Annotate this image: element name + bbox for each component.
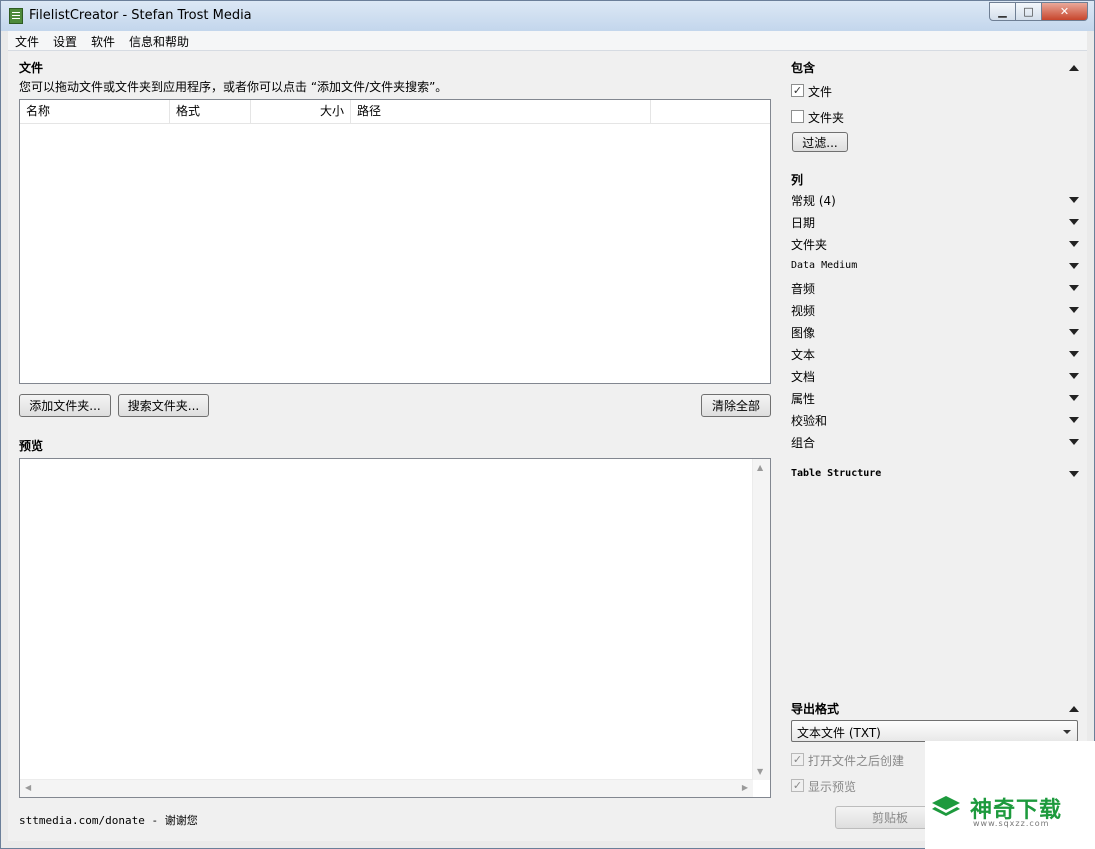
search-folder-button[interactable]: 搜索文件夹... xyxy=(118,394,209,417)
column-group-document[interactable]: 文档 xyxy=(791,368,1079,390)
watermark-logo-icon xyxy=(932,796,960,816)
collapse-up-icon[interactable] xyxy=(1069,706,1079,712)
include-folders-checkbox[interactable] xyxy=(791,110,804,123)
expand-down-icon[interactable] xyxy=(1069,329,1079,335)
include-folders-label: 文件夹 xyxy=(808,111,845,125)
column-group-label: 组合 xyxy=(791,436,816,450)
column-size[interactable]: 大小 xyxy=(251,100,351,123)
column-group-label: 文本 xyxy=(791,348,816,362)
preview-heading: 预览 xyxy=(19,439,44,453)
show-preview-checkbox[interactable]: ✓ xyxy=(791,779,804,792)
files-hint: 您可以拖动文件或文件夹到应用程序，或者你可以点击 “添加文件/文件夹搜索”。 xyxy=(19,80,448,94)
column-group-date[interactable]: 日期 xyxy=(791,214,1079,236)
donate-text: sttmedia.com/donate - 谢谢您 xyxy=(19,814,198,827)
scroll-right-icon[interactable]: ▶ xyxy=(742,783,748,792)
columns-heading: 列 xyxy=(791,173,804,187)
filter-button[interactable]: 过滤... xyxy=(792,132,848,152)
window-title: FilelistCreator - Stefan Trost Media xyxy=(29,8,252,23)
column-path[interactable]: 路径 xyxy=(351,100,651,123)
menu-file[interactable]: 文件 xyxy=(15,33,39,50)
include-heading: 包含 xyxy=(791,61,816,75)
client-area: 文件 您可以拖动文件或文件夹到应用程序，或者你可以点击 “添加文件/文件夹搜索”… xyxy=(8,51,1087,841)
column-group-label: 文件夹 xyxy=(791,238,828,252)
expand-down-icon[interactable] xyxy=(1069,373,1079,379)
expand-down-icon[interactable] xyxy=(1069,307,1079,313)
add-folder-button[interactable]: 添加文件夹... xyxy=(19,394,111,417)
expand-down-icon[interactable] xyxy=(1069,417,1079,423)
file-list[interactable]: 名称 格式 大小 路径 xyxy=(19,99,771,384)
include-files-checkbox[interactable]: ✓ xyxy=(791,84,804,97)
expand-down-icon[interactable] xyxy=(1069,285,1079,291)
create-after-open-label: 打开文件之后创建 xyxy=(808,754,905,768)
options-panel: 包含 ✓ 文件 文件夹 过滤... 列 常规 (4) 日期 文件夹 Data M… xyxy=(791,51,1079,841)
expand-down-icon[interactable] xyxy=(1069,197,1079,203)
column-group-label: 属性 xyxy=(791,392,816,406)
column-group-label: 音频 xyxy=(791,282,816,296)
column-group-label: 图像 xyxy=(791,326,816,340)
window-controls: ▁ □ ✕ xyxy=(989,2,1088,21)
export-format-select[interactable]: 文本文件 (TXT) xyxy=(791,720,1078,742)
column-group-label: 文档 xyxy=(791,370,816,384)
clear-all-button[interactable]: 清除全部 xyxy=(701,394,771,417)
expand-down-icon[interactable] xyxy=(1069,219,1079,225)
show-preview-label: 显示预览 xyxy=(808,780,857,794)
preview-area[interactable]: ▲ ▼ ◀ ▶ xyxy=(19,458,771,798)
collapse-up-icon[interactable] xyxy=(1069,65,1079,71)
watermark-url: www.sqxzz.com xyxy=(973,819,1050,828)
menu-settings[interactable]: 设置 xyxy=(53,33,77,50)
preview-horizontal-scrollbar[interactable]: ◀ ▶ xyxy=(20,779,753,797)
column-group-label: 日期 xyxy=(791,216,816,230)
minimize-button[interactable]: ▁ xyxy=(989,2,1016,21)
close-button[interactable]: ✕ xyxy=(1042,2,1088,21)
expand-down-icon[interactable] xyxy=(1069,241,1079,247)
export-format-value: 文本文件 (TXT) xyxy=(797,726,881,740)
app-icon xyxy=(9,8,23,24)
export-heading: 导出格式 xyxy=(791,702,840,716)
expand-down-icon[interactable] xyxy=(1069,263,1079,269)
menu-help[interactable]: 信息和帮助 xyxy=(129,33,189,50)
column-group-combination[interactable]: 组合 xyxy=(791,434,1079,456)
column-group-label: 校验和 xyxy=(791,414,828,428)
expand-down-icon[interactable] xyxy=(1069,471,1079,477)
watermark: 神奇下载 www.sqxzz.com xyxy=(925,741,1095,849)
column-group-data-medium[interactable]: Data Medium xyxy=(791,258,1079,280)
chevron-down-icon xyxy=(1063,730,1071,734)
column-group-general[interactable]: 常规 (4) xyxy=(791,192,1079,214)
table-structure-section[interactable]: Table Structure xyxy=(791,466,1079,488)
donate-link[interactable]: sttmedia.com/donate - 谢谢您 xyxy=(19,812,198,828)
expand-down-icon[interactable] xyxy=(1069,351,1079,357)
column-group-audio[interactable]: 音频 xyxy=(791,280,1079,302)
menu-software[interactable]: 软件 xyxy=(91,33,115,50)
expand-down-icon[interactable] xyxy=(1069,395,1079,401)
column-group-checksum[interactable]: 校验和 xyxy=(791,412,1079,434)
scroll-down-icon[interactable]: ▼ xyxy=(757,767,763,776)
create-after-open-checkbox[interactable]: ✓ xyxy=(791,753,804,766)
column-group-folder[interactable]: 文件夹 xyxy=(791,236,1079,258)
table-structure-label: Table Structure xyxy=(791,468,882,479)
column-group-label: 常规 (4) xyxy=(791,194,836,208)
scroll-left-icon[interactable]: ◀ xyxy=(25,783,31,792)
column-group-label: 视频 xyxy=(791,304,816,318)
maximize-button[interactable]: □ xyxy=(1016,2,1042,21)
column-group-attributes[interactable]: 属性 xyxy=(791,390,1079,412)
column-group-video[interactable]: 视频 xyxy=(791,302,1079,324)
app-window: FilelistCreator - Stefan Trost Media ▁ □… xyxy=(0,0,1095,849)
file-list-header: 名称 格式 大小 路径 xyxy=(20,100,770,124)
scroll-up-icon[interactable]: ▲ xyxy=(757,463,763,472)
column-group-text[interactable]: 文本 xyxy=(791,346,1079,368)
include-files-label: 文件 xyxy=(808,85,833,99)
column-format[interactable]: 格式 xyxy=(170,100,251,123)
expand-down-icon[interactable] xyxy=(1069,439,1079,445)
column-name[interactable]: 名称 xyxy=(20,100,170,123)
column-group-image[interactable]: 图像 xyxy=(791,324,1079,346)
files-heading: 文件 xyxy=(19,61,44,75)
menu-bar: 文件 设置 软件 信息和帮助 xyxy=(8,31,1087,51)
column-group-label: Data Medium xyxy=(791,260,858,271)
title-bar[interactable]: FilelistCreator - Stefan Trost Media ▁ □… xyxy=(1,1,1094,31)
preview-vertical-scrollbar[interactable]: ▲ ▼ xyxy=(752,459,770,780)
